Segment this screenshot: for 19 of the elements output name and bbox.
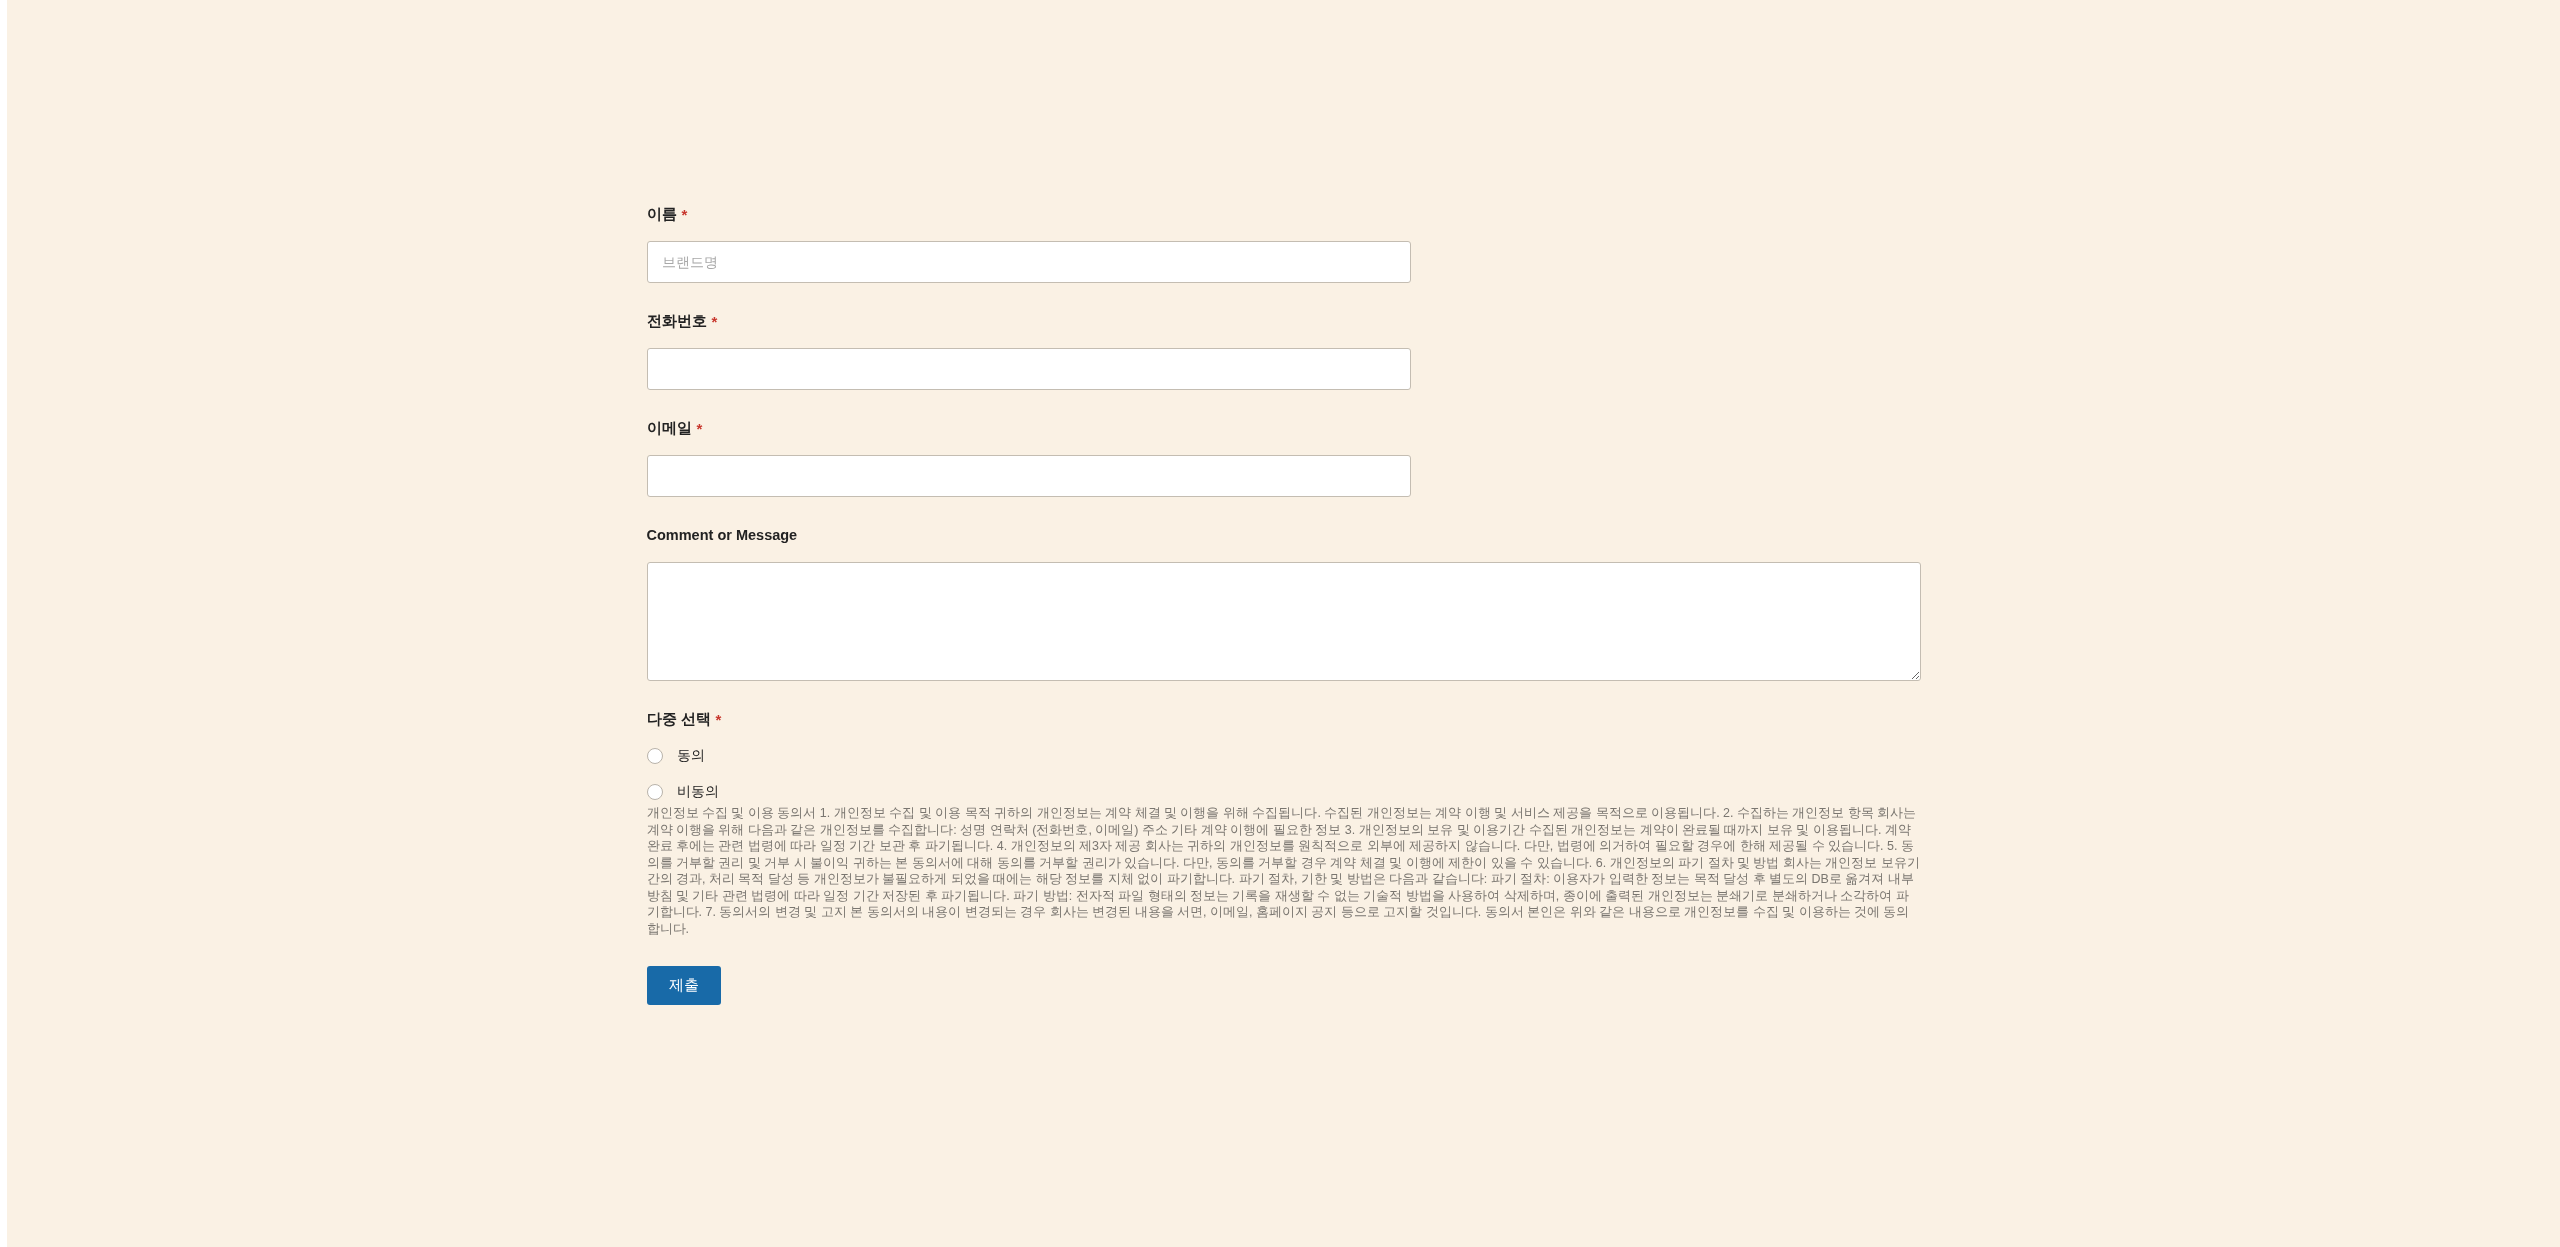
radio-button[interactable] [646, 784, 663, 800]
required-asterisk: * [696, 419, 703, 437]
text-area[interactable] [646, 562, 1921, 681]
submit-button[interactable]: 제출 [646, 966, 721, 1005]
field-label: 전화번호 [646, 311, 707, 331]
radio-button[interactable] [646, 748, 663, 764]
required-asterisk: * [711, 312, 718, 330]
input-field[interactable] [646, 455, 1411, 497]
field-label: Comment or Message [646, 527, 798, 543]
field-label: 이메일 [646, 418, 692, 438]
consent-text: 개인정보 수집 및 이용 동의서 1. 개인정보 수집 및 이용 목적 귀하의 개인정보는 계약 체결 및 이행을 위해 수집됩니다. 수집된 개인정보는 계약 이행 및 서비스 제공을 목적으로 이용됩니다. 2. 수집하는 개인정보 항목 회사는 계약 이행을 위해 다음과 같은 개인정보를 수집합니다: 성명 연락처 (전화번호, 이메일) 주소 기타 계약 이행에 필요한 정보 3. 개인정보의 보유 및 이용기간 수집된 개인정보는 계약이 완료될 때까지 보유 및 이용됩니다. 계약 완료 후에는 관련 법령에 따라 일정 기간 보관 후 파기됩니다. 4. 개인정보의 제3자 제공 회사는 귀하의 개인정보를 원칙적으로 외부에 제공하지 않습니다. 다만, 법령에 의거하여 필요할 경우에 한해 제공될 수 있습니다. 5. 동의를 거부할 권리 및 거부 시 불이익 귀하는 본 동의서에 대해 동의를 거부할 권리가 있습니다. 다만, 동의를 거부할 경우 계약 체결 및 이행에 제한이 있을 수 있습니다. 6. 개인정보의 파기 절차 및 방법 회사는 개인정보 보유기간의 경과, 처리 목적 달성 등 개인정보가 불필요하게 되었을 때에는 해당 정보를 지체 없이 파기합니다. 파기 절차, 기한 및 방법은 다음과 같습니다: 파기 절차: 이용자가 입력한 정보는 목적 달성 후 별도의 DB로 옮겨져 내부 방침 및 기타 관련 법령에 따라 일정 기간 저장된 후 파기됩니다. 파기 방법: 전자적 파일 형태의 정보는 기록을 재생할 수 없는 기술적 방법을 사용하여 삭제하며, 종이에 출력된 개인정보는 분쇄기로 분쇄하거나 소각하여 파기합니다. 7. 동의서의 변경 및 고지 본 동의서의 내용이 변경되는 경우 회사는 변경된 내용을 서면, 이메일, 홈페이지 공지 등으로 고지할 것입니다. 동의서 본인은 위와 같은 내용으로 개인정보를 수집 및 이용하는 것에 동의합니다. [646, 805, 1921, 937]
field-label: 다중 선택 [646, 709, 711, 729]
input-field[interactable]: 브랜드명 [646, 241, 1411, 283]
required-asterisk: * [715, 710, 722, 728]
option-label[interactable]: 동의 [676, 747, 705, 765]
required-asterisk: * [681, 205, 688, 223]
option-label[interactable]: 비동의 [676, 783, 719, 801]
input-field[interactable] [646, 348, 1411, 390]
field-label: 이름 [646, 204, 677, 224]
